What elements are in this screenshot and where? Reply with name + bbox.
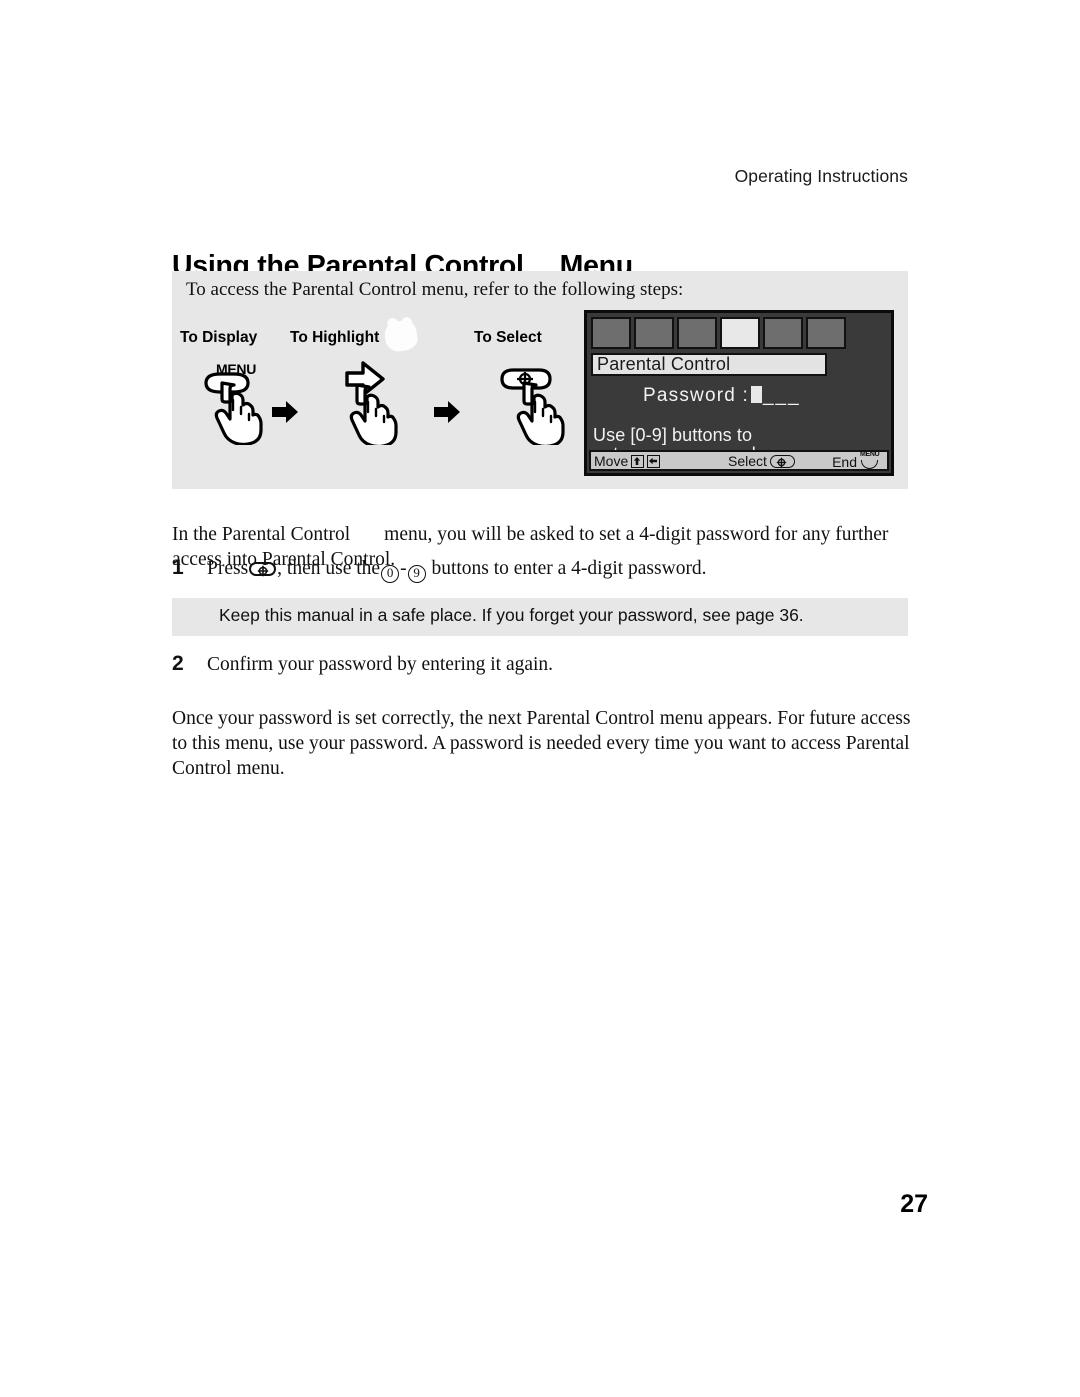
digit-zero-button-icon: 0 — [381, 565, 400, 583]
running-header: Operating Instructions — [734, 166, 908, 186]
hand-pressing-select-button-graphic — [500, 368, 565, 449]
menu-button-caption: MENU — [216, 361, 257, 377]
up-arrow-button-icon — [631, 454, 645, 468]
osd-tab-5[interactable] — [763, 317, 803, 349]
left-arrow-button-icon — [647, 454, 661, 468]
osd-footer-end: End MENU — [832, 451, 882, 470]
step-1-text-c: buttons to enter a 4-digit password. — [431, 558, 707, 579]
digit-nine-button-icon: 9 — [407, 565, 426, 583]
osd-password-label: Password : — [643, 385, 749, 406]
osd-footer-move: Move — [594, 453, 661, 469]
note-text: Keep this manual in a safe place. If you… — [219, 605, 804, 625]
body-intro-before-mark: In the Parental Control — [172, 523, 351, 545]
step-2: 2 Confirm your password by entering it a… — [172, 652, 912, 677]
step-1-text: Press , then use the 0-9 buttons to enter… — [207, 556, 912, 583]
osd-menu-titlebar: Parental Control — [591, 353, 827, 376]
note-strip: Keep this manual in a safe place. If you… — [172, 598, 908, 636]
step-1-dash: - — [400, 558, 407, 579]
osd-footer-select-label: Select — [728, 453, 767, 469]
osd-tab-strip — [591, 317, 846, 349]
menu-button-icon-caption: MENU — [860, 451, 880, 458]
arrow-button-press-hand-icon — [330, 361, 412, 449]
select-plus-button-icon-inline — [249, 562, 277, 577]
step-1-text-a: Press — [207, 558, 249, 579]
osd-menu-title: Parental Control — [597, 354, 731, 374]
step-1-text-b: , then use the — [277, 558, 381, 579]
step-label-to-highlight: To Highlight — [290, 329, 380, 346]
osd-tab-1[interactable] — [591, 317, 631, 349]
step-label-to-display: To Display — [180, 329, 258, 346]
osd-password-blanks: ___ — [762, 385, 801, 406]
menu-button-icon-shape — [861, 460, 878, 469]
intro-panel: To access the Parental Control menu, ref… — [172, 271, 908, 489]
osd-footer-bar: Move Select End MENU — [589, 450, 889, 471]
tv-osd-mock: Parental Control Password : ___ Use [0-9]… — [584, 310, 894, 476]
step-label-to-select: To Select — [474, 329, 542, 346]
osd-hint-line-1: Use [0-9] buttons to — [593, 425, 753, 445]
intro-lead-text: To access the Parental Control menu, ref… — [186, 279, 684, 300]
osd-password-row: Password : ___ — [643, 385, 801, 407]
step-1-number: 1 — [172, 556, 184, 579]
select-button-press-hand-icon — [490, 361, 572, 449]
menu-button-icon: MENU — [860, 451, 882, 470]
osd-tab-6[interactable] — [806, 317, 846, 349]
body-outro-paragraph: Once your password is set correctly, the… — [172, 707, 911, 779]
osd-password-cursor — [750, 386, 762, 403]
osd-tab-4-active[interactable] — [720, 317, 760, 349]
osd-footer-move-label: Move — [594, 453, 629, 469]
menu-button-press-hand-icon: MENU — [186, 359, 268, 447]
white-blot-artifact — [383, 318, 419, 354]
select-plus-button-icon — [769, 454, 795, 468]
step-1: 1 Press , then use the 0-9 buttons to ent… — [172, 556, 912, 583]
step-2-number: 2 — [172, 652, 184, 675]
osd-footer-end-label: End — [832, 453, 857, 470]
osd-tab-2[interactable] — [634, 317, 674, 349]
osd-footer-select: Select — [728, 453, 795, 469]
page-number: 27 — [900, 1190, 928, 1218]
osd-tab-3[interactable] — [677, 317, 717, 349]
hand-pressing-arrow-button-graphic — [345, 361, 398, 449]
step-2-text: Confirm your password by entering it aga… — [207, 654, 554, 675]
